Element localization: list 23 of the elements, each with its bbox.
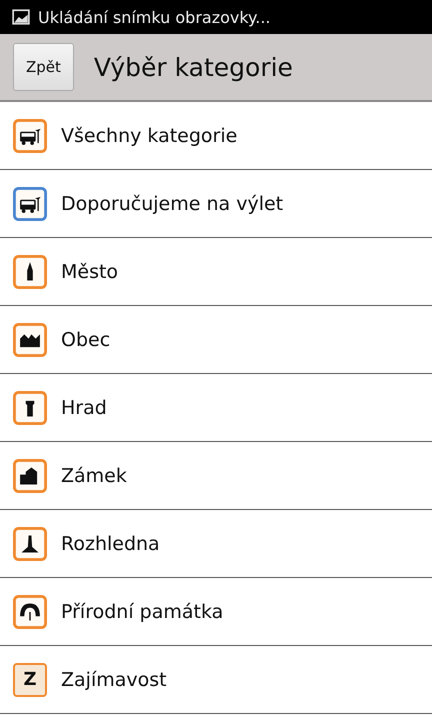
category-label: Všechny kategorie bbox=[61, 124, 238, 146]
letter-icon: Z bbox=[13, 662, 47, 696]
category-label: Doporučujeme na výlet bbox=[61, 192, 284, 214]
back-button[interactable]: Zpět bbox=[13, 43, 74, 91]
category-label: Obec bbox=[61, 328, 110, 350]
screen-title: Výběr kategorie bbox=[94, 52, 293, 82]
category-item[interactable]: Přírodní památka bbox=[0, 578, 432, 646]
category-label: Přírodní památka bbox=[61, 600, 224, 622]
image-icon bbox=[12, 9, 30, 25]
category-item[interactable]: Zámek bbox=[0, 442, 432, 510]
category-item[interactable]: Město bbox=[0, 238, 432, 306]
notification-text: Ukládání snímku obrazovky... bbox=[38, 8, 270, 26]
category-item[interactable]: Rozhledna bbox=[0, 510, 432, 578]
category-item[interactable]: Z Zajímavost bbox=[0, 646, 432, 714]
category-item[interactable]: Doporučujeme na výlet bbox=[0, 170, 432, 238]
category-item[interactable]: Všechny kategorie bbox=[0, 102, 432, 170]
category-label: Rozhledna bbox=[61, 532, 160, 554]
category-label: Zámek bbox=[61, 464, 127, 486]
category-label: Hrad bbox=[61, 396, 107, 418]
category-label: Město bbox=[61, 260, 118, 282]
category-item[interactable]: Obec bbox=[0, 306, 432, 374]
category-item[interactable]: Hrad bbox=[0, 374, 432, 442]
category-label: Zajímavost bbox=[61, 668, 167, 690]
